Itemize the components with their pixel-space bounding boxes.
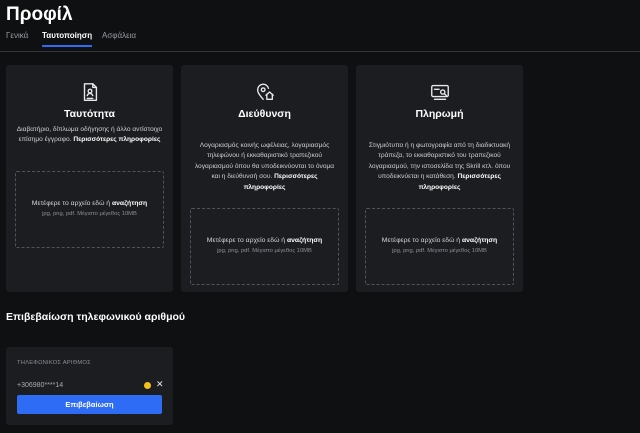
payment-dropzone-text: Μετέφερε το αρχείο εδώ ή αναζήτηση xyxy=(366,237,513,244)
address-title: Διεύθυνση xyxy=(238,108,291,120)
identity-dropzone-text: Μετέφερε το αρχείο εδώ ή αναζήτηση xyxy=(16,200,163,207)
payment-description: Στιγμιότυπο ή η φωτογραφία από τη διαδικ… xyxy=(366,141,513,193)
payment-dropzone-prompt: Μετέφερε το αρχείο εδώ ή xyxy=(381,237,461,244)
identity-browse-link[interactable]: αναζήτηση xyxy=(112,200,147,207)
id-document-icon xyxy=(79,81,101,103)
identity-dropzone-hint: jpg, png, pdf. Μέγιστο μέγεθος 10MB xyxy=(42,211,137,217)
tab-security[interactable]: Ασφάλεια xyxy=(102,31,136,46)
verify-button[interactable]: Επιβεβαίωση xyxy=(17,395,162,414)
payment-dropzone-hint: jpg, png, pdf. Μέγιστο μέγεθος 10MB xyxy=(392,248,487,254)
address-description: Λογαριασμός κοινής ωφέλειας, λογαριασμός… xyxy=(191,141,338,193)
tab-general[interactable]: Γενικά xyxy=(6,31,28,46)
identity-description: Διαβατήριο, δίπλωμα οδήγησης ή άλλο αντί… xyxy=(16,125,163,146)
phone-verification-title: Επιβεβαίωση τηλεφωνικού αριθμού xyxy=(6,311,186,323)
phone-verification-card: ΤΗΛΕΦΩΝΙΚΟΣ ΑΡΙΘΜΟΣ +306980****14 ✕ Επιβ… xyxy=(6,347,173,425)
page-title: Προφίλ xyxy=(6,4,73,25)
pending-status-dot xyxy=(144,382,151,389)
address-dropzone-hint: jpg, png, pdf. Μέγιστο μέγεθος 10MB xyxy=(217,248,312,254)
phone-number-value[interactable]: +306980****14 xyxy=(17,382,63,389)
payment-browse-link[interactable]: αναζήτηση xyxy=(462,237,497,244)
payment-title: Πληρωμή xyxy=(415,108,464,120)
identity-card: Ταυτότητα Διαβατήριο, δίπλωμα οδήγησης ή… xyxy=(6,65,173,292)
identity-dropzone[interactable]: Μετέφερε το αρχείο εδώ ή αναζήτηση jpg, … xyxy=(15,171,164,248)
payment-card: Πληρωμή Στιγμιότυπο ή η φωτογραφία από τ… xyxy=(356,65,523,292)
address-dropzone-text: Μετέφερε το αρχείο εδώ ή αναζήτηση xyxy=(191,237,338,244)
phone-field-label: ΤΗΛΕΦΩΝΙΚΟΣ ΑΡΙΘΜΟΣ xyxy=(17,360,91,366)
tab-bar: Γενικά Ταυτοποίηση Ασφάλεια xyxy=(0,28,640,52)
address-dropzone[interactable]: Μετέφερε το αρχείο εδώ ή αναζήτηση jpg, … xyxy=(190,208,339,285)
address-pin-home-icon xyxy=(254,81,276,103)
tab-verification[interactable]: Ταυτοποίηση xyxy=(42,31,93,47)
payment-card-search-icon xyxy=(429,81,451,103)
identity-title: Ταυτότητα xyxy=(64,108,115,120)
address-browse-link[interactable]: αναζήτηση xyxy=(287,237,322,244)
identity-more-info-link[interactable]: Περισσότερες πληροφορίες xyxy=(73,136,160,143)
close-icon[interactable]: ✕ xyxy=(156,379,164,390)
address-card: Διεύθυνση Λογαριασμός κοινής ωφέλειας, λ… xyxy=(181,65,348,292)
address-dropzone-prompt: Μετέφερε το αρχείο εδώ ή xyxy=(206,237,286,244)
payment-dropzone[interactable]: Μετέφερε το αρχείο εδώ ή αναζήτηση jpg, … xyxy=(365,208,514,285)
identity-dropzone-prompt: Μετέφερε το αρχείο εδώ ή xyxy=(31,200,111,207)
